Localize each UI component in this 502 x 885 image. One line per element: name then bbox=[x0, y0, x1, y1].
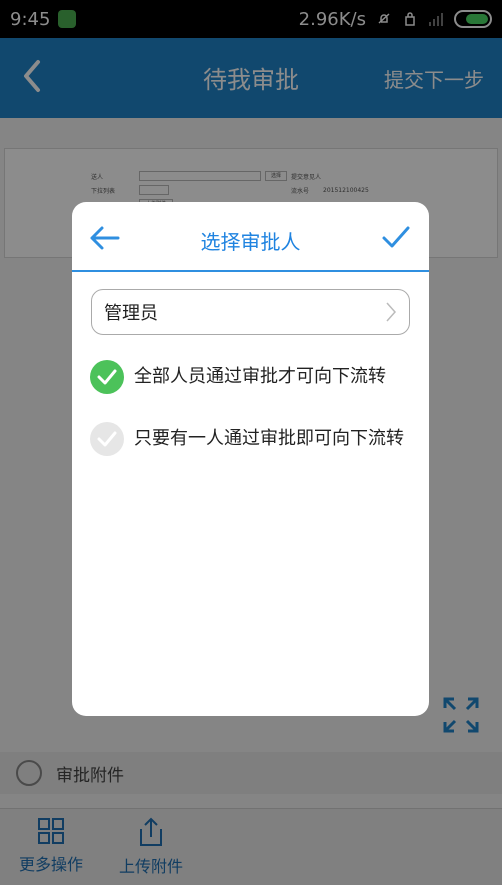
chevron-right-icon bbox=[386, 302, 397, 322]
unchecked-circle-icon bbox=[90, 422, 124, 456]
approver-selector[interactable]: 管理员 bbox=[91, 289, 410, 335]
option-label: 只要有一人通过审批即可向下流转 bbox=[134, 428, 404, 449]
dialog-header: 选择审批人 bbox=[72, 202, 429, 272]
checked-circle-icon bbox=[90, 360, 124, 394]
option-label: 全部人员通过审批才可向下流转 bbox=[134, 366, 386, 387]
select-approver-dialog: 选择审批人 管理员 全部人员通过审批才可向下流转 只要有一人通过审批即可向下流转 bbox=[72, 202, 429, 716]
selected-approver: 管理员 bbox=[104, 303, 158, 324]
option-any-approve[interactable]: 只要有一人通过审批即可向下流转 bbox=[90, 422, 415, 456]
dialog-title: 选择审批人 bbox=[200, 230, 301, 254]
confirm-check-icon[interactable] bbox=[381, 224, 411, 252]
option-all-approve[interactable]: 全部人员通过审批才可向下流转 bbox=[90, 360, 415, 394]
